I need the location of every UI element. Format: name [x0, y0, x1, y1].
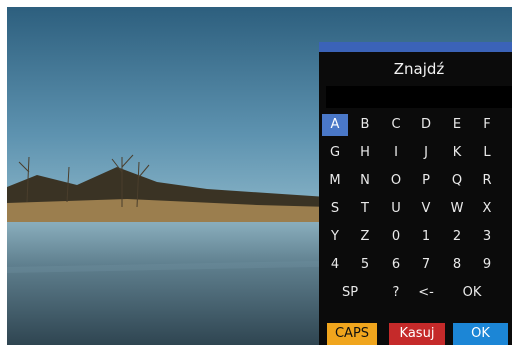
key-a[interactable]: A: [322, 114, 348, 136]
key-g[interactable]: G: [322, 142, 348, 164]
dialog-title: Znajdź: [393, 60, 445, 78]
caps-button[interactable]: CAPS: [327, 323, 377, 345]
key-backspace[interactable]: <-: [413, 282, 439, 304]
key-p[interactable]: P: [413, 170, 439, 192]
key-f[interactable]: F: [474, 114, 500, 136]
key-2[interactable]: 2: [444, 226, 470, 248]
key-ok[interactable]: OK: [444, 282, 500, 304]
key-space[interactable]: SP: [322, 282, 378, 304]
search-keyboard-panel: Znajdź ABCDEF GHIJKL MNOPQR STUVWX YZ0123 456…: [319, 42, 512, 345]
key-s[interactable]: S: [322, 198, 348, 220]
key-v[interactable]: V: [413, 198, 439, 220]
key-q[interactable]: Q: [444, 170, 470, 192]
tv-screen: Znajdź ABCDEF GHIJKL MNOPQR STUVWX YZ0123 456…: [7, 7, 512, 345]
key-9[interactable]: 9: [474, 254, 500, 276]
key-r[interactable]: R: [474, 170, 500, 192]
key-h[interactable]: H: [352, 142, 378, 164]
key-x[interactable]: X: [474, 198, 500, 220]
delete-button[interactable]: Kasuj: [389, 323, 445, 345]
key-1[interactable]: 1: [413, 226, 439, 248]
key-o[interactable]: O: [383, 170, 409, 192]
key-4[interactable]: 4: [322, 254, 348, 276]
key-5[interactable]: 5: [352, 254, 378, 276]
key-3[interactable]: 3: [474, 226, 500, 248]
search-input[interactable]: [326, 86, 512, 108]
key-i[interactable]: I: [383, 142, 409, 164]
key-t[interactable]: T: [352, 198, 378, 220]
key-d[interactable]: D: [413, 114, 439, 136]
key-7[interactable]: 7: [413, 254, 439, 276]
key-u[interactable]: U: [383, 198, 409, 220]
ok-button[interactable]: OK: [453, 323, 508, 345]
key-question[interactable]: ?: [383, 282, 409, 304]
key-l[interactable]: L: [474, 142, 500, 164]
key-n[interactable]: N: [352, 170, 378, 192]
key-z[interactable]: Z: [352, 226, 378, 248]
key-e[interactable]: E: [444, 114, 470, 136]
key-6[interactable]: 6: [383, 254, 409, 276]
key-m[interactable]: M: [322, 170, 348, 192]
key-c[interactable]: C: [383, 114, 409, 136]
key-8[interactable]: 8: [444, 254, 470, 276]
key-k[interactable]: K: [444, 142, 470, 164]
key-y[interactable]: Y: [322, 226, 348, 248]
key-0[interactable]: 0: [383, 226, 409, 248]
key-w[interactable]: W: [444, 198, 470, 220]
key-j[interactable]: J: [413, 142, 439, 164]
panel-accent-bar: [319, 42, 512, 52]
key-b[interactable]: B: [352, 114, 378, 136]
